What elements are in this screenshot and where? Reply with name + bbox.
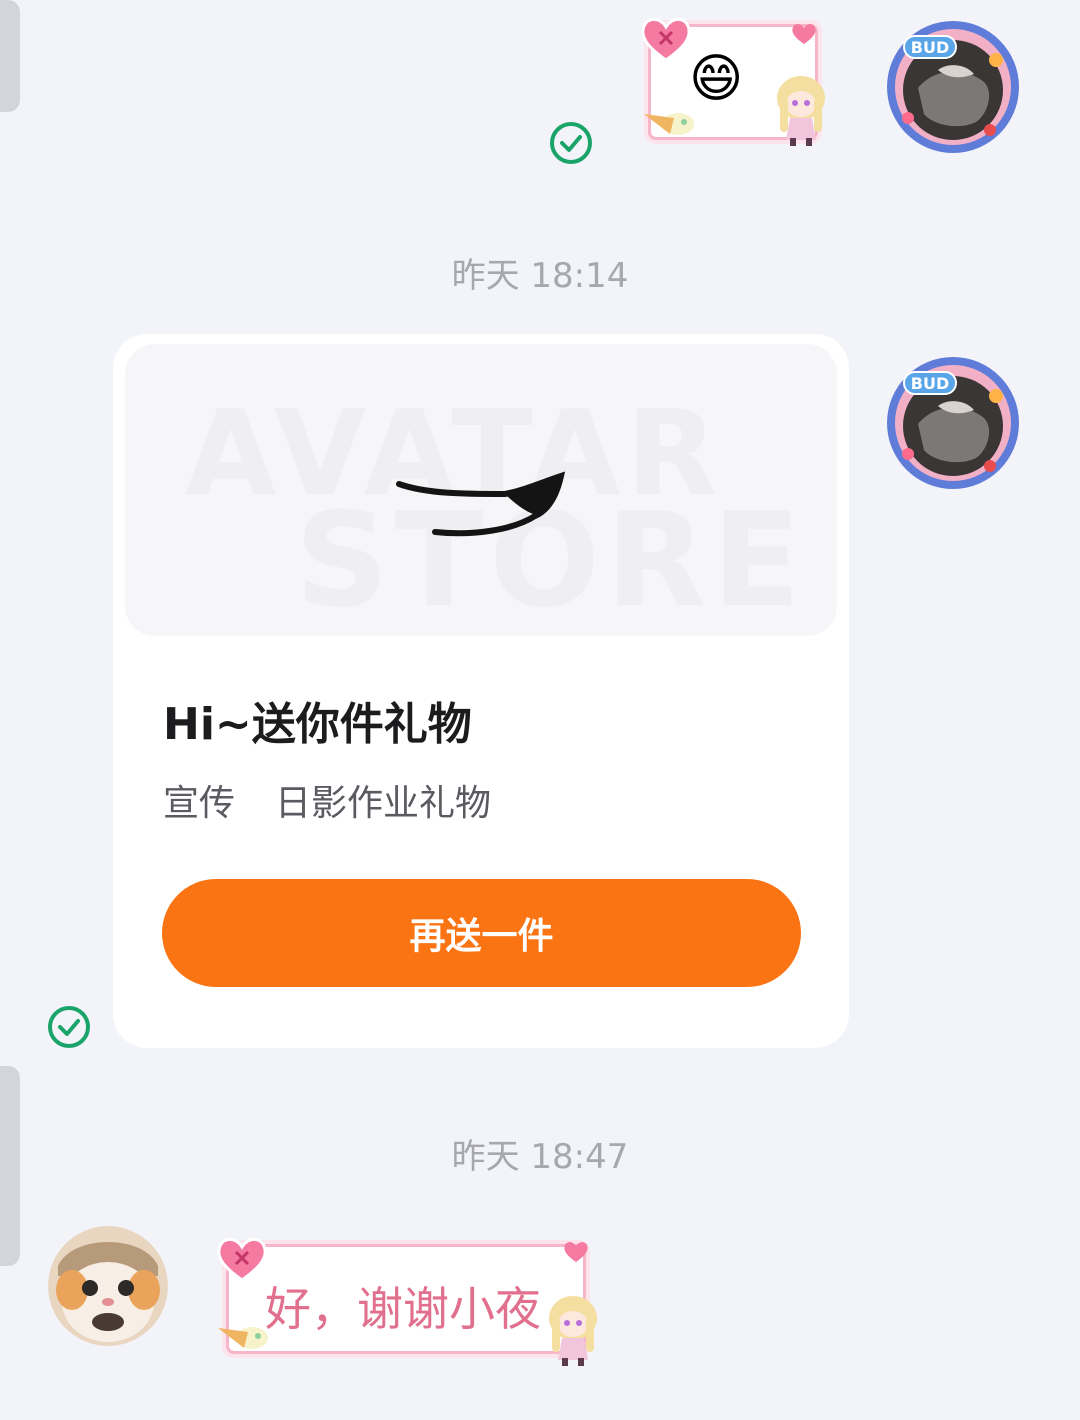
gift-card-title: Hi~送你件礼物 (163, 699, 472, 750)
read-check-icon (47, 1005, 91, 1053)
gift-card-message[interactable]: AVATAR STORE Hi~送你件礼物 宣传 日影作业礼物 再送一件 (113, 334, 849, 1048)
resend-gift-button[interactable]: 再送一件 (162, 879, 801, 987)
grinning-emoji: 😄 (689, 49, 744, 109)
contact-avatar[interactable] (48, 1226, 168, 1346)
timestamp: 昨天 18:47 (451, 1137, 629, 1177)
gift-item-mouth-icon (396, 471, 566, 537)
heart-sticker-icon (217, 1237, 267, 1282)
gift-tag: 宣传 (163, 783, 236, 824)
anime-girl-sticker-icon (777, 76, 825, 146)
ice-cream-icon (218, 1327, 268, 1349)
incoming-message-text: 好，谢谢小夜 (265, 1282, 541, 1336)
avatar-frame-badge: BUD (911, 38, 949, 57)
incoming-message-bubble[interactable]: 好，谢谢小夜 (226, 1244, 586, 1354)
left-edge-tab-top (0, 0, 20, 112)
small-heart-icon (564, 1242, 588, 1262)
timestamp: 昨天 18:14 (451, 256, 629, 296)
gift-card-description: 宣传 日影作业礼物 (163, 774, 531, 826)
avatar-frame-badge: BUD (911, 374, 949, 393)
ice-cream-icon (644, 113, 694, 135)
self-avatar[interactable]: BUD (884, 354, 1022, 492)
gift-item-name: 日影作业礼物 (275, 783, 492, 824)
anime-girl-sticker-icon (549, 1296, 597, 1366)
read-check-icon (549, 121, 593, 169)
heart-sticker-icon (641, 17, 691, 62)
gift-preview-image: AVATAR STORE (125, 344, 837, 636)
small-heart-icon (792, 24, 816, 44)
self-avatar[interactable]: BUD (884, 18, 1022, 156)
